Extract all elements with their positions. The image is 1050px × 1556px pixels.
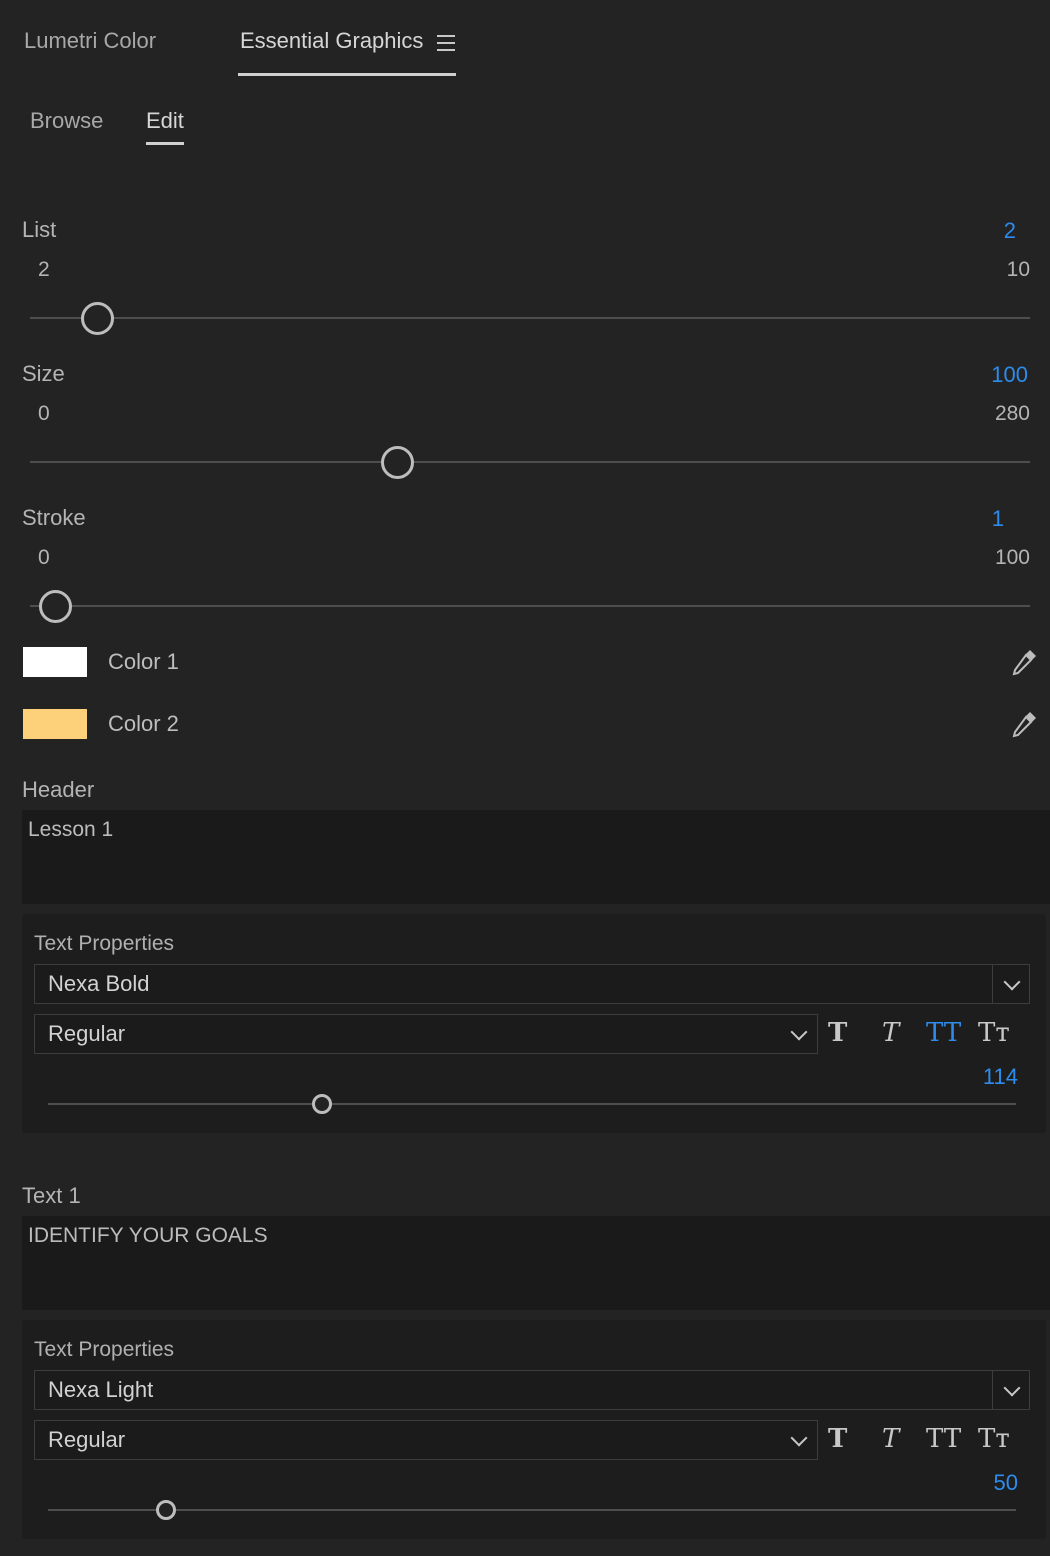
font-size-slider-track[interactable] [48, 1509, 1016, 1511]
faux-bold-button[interactable]: T [828, 1424, 847, 1454]
list-label: List [22, 217, 57, 242]
header-text-field[interactable]: Lesson 1 [22, 810, 1050, 904]
size-min: 0 [38, 402, 50, 425]
faux-italic-button[interactable]: T [882, 1018, 899, 1048]
active-subtab-indicator [146, 142, 184, 145]
font-style-dropdown[interactable]: Regular [34, 1420, 818, 1460]
all-caps-button[interactable]: TT [926, 1018, 961, 1048]
font-size-slider-thumb[interactable] [156, 1500, 176, 1520]
font-family-dropdown[interactable]: Nexa Light [34, 1370, 1030, 1410]
stroke-label: Stroke [22, 505, 86, 530]
font-style-value: Regular [48, 1021, 126, 1046]
size-label: Size [22, 361, 65, 386]
header-label: Header [22, 777, 95, 802]
active-tab-indicator [238, 73, 456, 76]
list-slider-track[interactable] [30, 317, 1030, 319]
hamburger-menu-icon[interactable] [437, 35, 455, 51]
color-1-label: Color 1 [108, 649, 179, 674]
font-size-value[interactable]: 50 [994, 1470, 1018, 1496]
font-style-value: Regular [48, 1427, 126, 1452]
text-properties-title: Text Properties [34, 932, 175, 955]
text1-text-field[interactable]: IDENTIFY YOUR GOALS [22, 1216, 1050, 1310]
faux-italic-button[interactable]: T [882, 1424, 899, 1454]
chevron-down-icon [790, 1023, 808, 1041]
chevron-down-icon [1003, 1379, 1021, 1397]
stroke-slider-track[interactable] [30, 605, 1030, 607]
font-size-slider-track[interactable] [48, 1103, 1016, 1105]
all-caps-button[interactable]: TT [926, 1424, 961, 1454]
dropdown-separator [992, 1371, 993, 1409]
small-caps-button[interactable]: Tᴛ [978, 1018, 1010, 1048]
text1-text-value: IDENTIFY YOUR GOALS [28, 1224, 268, 1247]
color-2-swatch[interactable] [23, 709, 87, 739]
text1-label: Text 1 [22, 1183, 81, 1208]
text-properties-title: Text Properties [34, 1338, 175, 1361]
font-size-slider-thumb[interactable] [312, 1094, 332, 1114]
list-value[interactable]: 2 [1004, 218, 1016, 244]
tab-essential-graphics[interactable]: Essential Graphics [240, 28, 423, 54]
font-family-value: Nexa Bold [48, 971, 150, 996]
chevron-down-icon [790, 1429, 808, 1447]
eyedropper-icon[interactable] [1008, 646, 1040, 678]
stroke-min: 0 [38, 546, 50, 569]
font-style-dropdown[interactable]: Regular [34, 1014, 818, 1054]
stroke-max: 100 [994, 546, 1030, 569]
list-min: 2 [38, 258, 50, 281]
text1-text-properties: Text Properties Nexa Light Regular T T T… [22, 1320, 1046, 1539]
stroke-slider-thumb[interactable] [39, 590, 72, 623]
font-family-dropdown[interactable]: Nexa Bold [34, 964, 1030, 1004]
size-slider-thumb[interactable] [381, 446, 414, 479]
color-1-swatch[interactable] [23, 647, 87, 677]
tab-lumetri-color[interactable]: Lumetri Color [24, 28, 156, 54]
eyedropper-icon[interactable] [1008, 708, 1040, 740]
color-2-label: Color 2 [108, 711, 179, 736]
font-size-value[interactable]: 114 [983, 1064, 1018, 1090]
size-slider-track[interactable] [30, 461, 1030, 463]
faux-bold-button[interactable]: T [828, 1018, 847, 1048]
size-max: 280 [994, 402, 1030, 425]
stroke-value[interactable]: 1 [992, 506, 1004, 532]
dropdown-separator [992, 965, 993, 1003]
font-family-value: Nexa Light [48, 1377, 154, 1402]
list-max: 10 [1006, 258, 1030, 281]
tab-browse[interactable]: Browse [30, 108, 103, 134]
size-value[interactable]: 100 [991, 362, 1028, 388]
panel-tab-bar: Lumetri Color Essential Graphics [0, 0, 1050, 80]
header-text-value: Lesson 1 [28, 818, 114, 841]
small-caps-button[interactable]: Tᴛ [978, 1424, 1010, 1454]
tab-edit[interactable]: Edit [146, 108, 184, 134]
header-text-properties: Text Properties Nexa Bold Regular T T TT… [22, 914, 1046, 1133]
list-slider-thumb[interactable] [81, 302, 114, 335]
chevron-down-icon [1003, 973, 1021, 991]
